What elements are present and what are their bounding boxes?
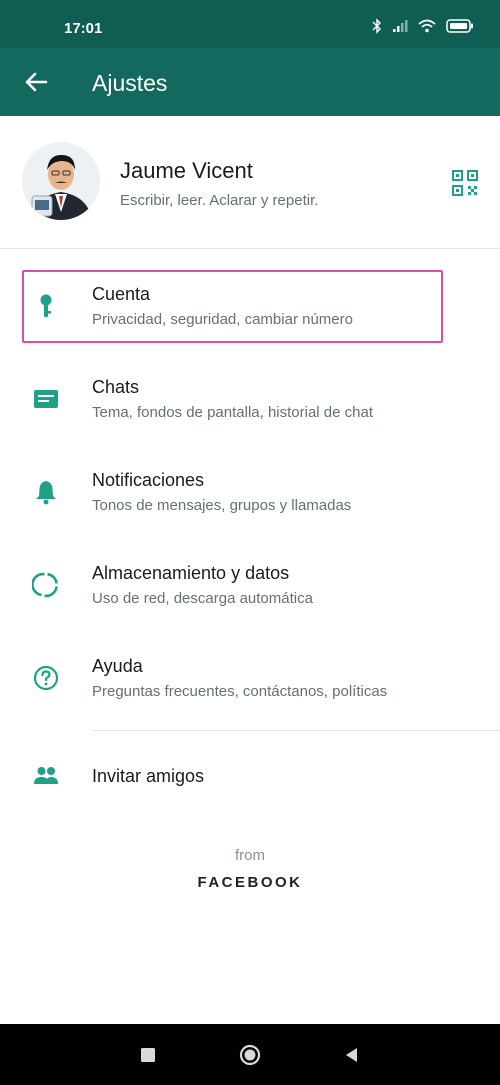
bluetooth-icon [372,18,381,34]
menu-item-subtitle: Privacidad, seguridad, cambiar número [92,311,353,328]
status-icons [372,18,474,34]
group-icon [32,762,60,790]
page-title: Ajustes [92,70,168,96]
menu-item-subtitle: Preguntas frecuentes, contáctanos, polít… [92,683,388,700]
triangle-icon [346,1048,357,1062]
back-button[interactable] [20,66,52,98]
key-icon [32,292,60,320]
square-icon [141,1048,155,1062]
status-bar: 17:01 [0,0,500,48]
divider [0,248,500,249]
invite-friends-item[interactable]: Invitar amigos [0,742,500,812]
avatar[interactable] [22,142,100,220]
menu-item-title: Notificaciones [92,470,205,490]
help-icon [32,664,60,692]
circle-icon [239,1044,261,1066]
menu-item-subtitle: Tema, fondos de pantalla, historial de c… [92,404,374,421]
menu-item-title: Almacenamiento y datos [92,563,290,583]
menu-item-subtitle: Uso de red, descarga automática [92,590,313,607]
profile-row[interactable]: Jaume Vicent Escribir, leer. Aclarar y r… [0,126,500,241]
profile-name: Jaume Vicent [120,158,253,183]
signal-icon [393,20,408,32]
wifi-icon [418,19,436,33]
menu-item-cuenta[interactable]: Cuenta Privacidad, seguridad, cambiar nú… [0,268,500,348]
menu-item-notificaciones[interactable]: Notificaciones Tonos de mensajes, grupos… [0,454,500,534]
menu-item-title: Chats [92,377,140,397]
footer-from: from [235,847,265,864]
home-button[interactable] [239,1044,261,1066]
bell-icon [32,478,60,506]
menu-item-title: Ayuda [92,656,143,676]
system-nav-bar [0,1024,500,1085]
data-usage-icon [31,571,60,599]
recents-button[interactable] [137,1044,159,1066]
menu-item-ayuda[interactable]: Ayuda Preguntas frecuentes, contáctanos,… [0,640,500,720]
arrow-back-icon [25,72,48,92]
menu-item-subtitle: Tonos de mensajes, grupos y llamadas [92,497,352,514]
invite-label: Invitar amigos [92,766,205,786]
back-nav-button[interactable] [341,1044,363,1066]
chat-icon [32,385,60,413]
menu-item-chats[interactable]: Chats Tema, fondos de pantalla, historia… [0,361,500,441]
profile-status: Escribir, leer. Aclarar y repetir. [120,192,319,209]
facebook-logo: FACEBOOK [197,874,303,891]
status-time: 17:01 [64,20,103,37]
app-bar: Ajustes [0,48,500,116]
divider [92,730,500,731]
qr-code-icon [452,170,478,196]
qr-code-button[interactable] [450,168,480,198]
menu-item-almacenamiento[interactable]: Almacenamiento y datos Uso de red, desca… [0,547,500,627]
menu-item-title: Cuenta [92,284,151,304]
battery-icon [446,19,473,33]
